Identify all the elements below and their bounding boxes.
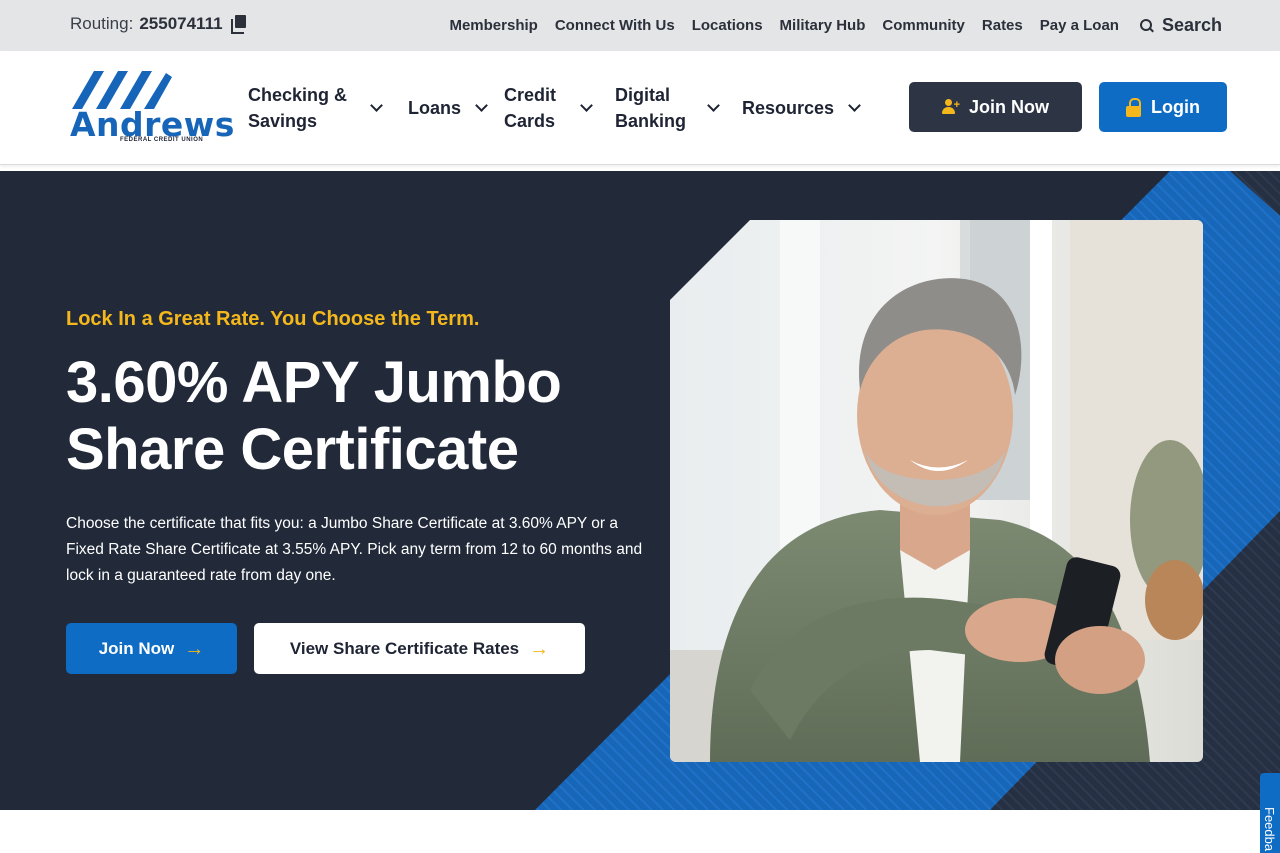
hero-banner: Lock In a Great Rate. You Choose the Ter… [0,171,1280,810]
utility-link-community[interactable]: Community [882,17,965,34]
main-nav: Andrews FEDERAL CREDIT UNION Checking & … [0,51,1280,165]
nav-item-credit-cards[interactable]: Credit Cards [504,82,615,134]
search-button[interactable]: Search [1139,15,1222,36]
utility-link-rates[interactable]: Rates [982,17,1023,34]
login-button[interactable]: Login [1099,82,1227,132]
nav-item-label: Resources [742,98,835,118]
hero-join-now-button[interactable]: Join Now → [66,623,237,674]
utility-links: Membership Connect With Us Locations Mil… [449,0,1222,51]
hero-description: Choose the certificate that fits you: a … [66,515,643,584]
view-rates-label: View Share Certificate Rates [289,638,520,658]
feedback-label: Feedba [1262,807,1277,852]
hero-photo-illustration [670,220,1203,762]
routing-number: Routing: 255074111 [70,14,247,34]
utility-link-connect-with-us[interactable]: Connect With Us [555,17,675,34]
join-now-label: Join Now [969,96,1049,117]
utility-link-membership[interactable]: Membership [449,17,537,34]
feedback-tab[interactable]: Feedba [1260,773,1280,853]
view-share-certificate-rates-button[interactable]: View Share Certificate Rates → [254,623,585,674]
search-label: Search [1161,15,1222,35]
routing-label: Routing: [70,14,134,33]
routing-number-value: 255074111 [139,14,223,33]
nav-item-resources[interactable]: Resources [742,95,861,121]
nav-item-label: Credit Cards [504,85,557,131]
nav-item-loans[interactable]: Loans [408,95,504,121]
utility-bar: Routing: 255074111 Membership Connect Wi… [0,0,1280,51]
copy-icon[interactable] [230,15,247,34]
hero-join-now-label: Join Now [98,638,175,658]
nav-item-label: Digital Banking [615,85,687,131]
arrow-right-icon: → [184,637,205,660]
logo-subtitle: FEDERAL CREDIT UNION [120,137,204,143]
utility-link-locations[interactable]: Locations [692,17,763,34]
chevron-down-icon [707,98,720,112]
nav-item-checking-savings[interactable]: Checking & Savings [248,82,408,134]
search-icon [1139,18,1154,33]
hero-photo-man-with-phone [670,220,1203,762]
nav-item-label: Checking & Savings [248,85,348,131]
chevron-down-icon [370,98,383,112]
nav-item-label: Loans [408,98,462,118]
login-label: Login [1151,96,1200,117]
chevron-down-icon [580,98,593,112]
user-plus-icon: + [942,99,960,115]
nav-item-digital-banking[interactable]: Digital Banking [615,82,742,134]
lock-icon [1126,97,1142,117]
primary-nav: Checking & Savings Loans Credit Cards Di… [248,51,861,165]
hero-eyebrow: Lock In a Great Rate. You Choose the Ter… [66,308,480,330]
arrow-right-icon: → [529,637,550,660]
chevron-down-icon [848,98,861,112]
join-now-button[interactable]: + Join Now [909,82,1082,132]
hero-title: 3.60% APY Jumbo Share Certificate [66,350,562,482]
utility-link-pay-a-loan[interactable]: Pay a Loan [1040,17,1119,34]
logo[interactable]: Andrews FEDERAL CREDIT UNION [70,71,234,147]
chevron-down-icon [475,98,488,112]
utility-link-military-hub[interactable]: Military Hub [780,17,866,34]
logo-stripes [72,71,172,109]
